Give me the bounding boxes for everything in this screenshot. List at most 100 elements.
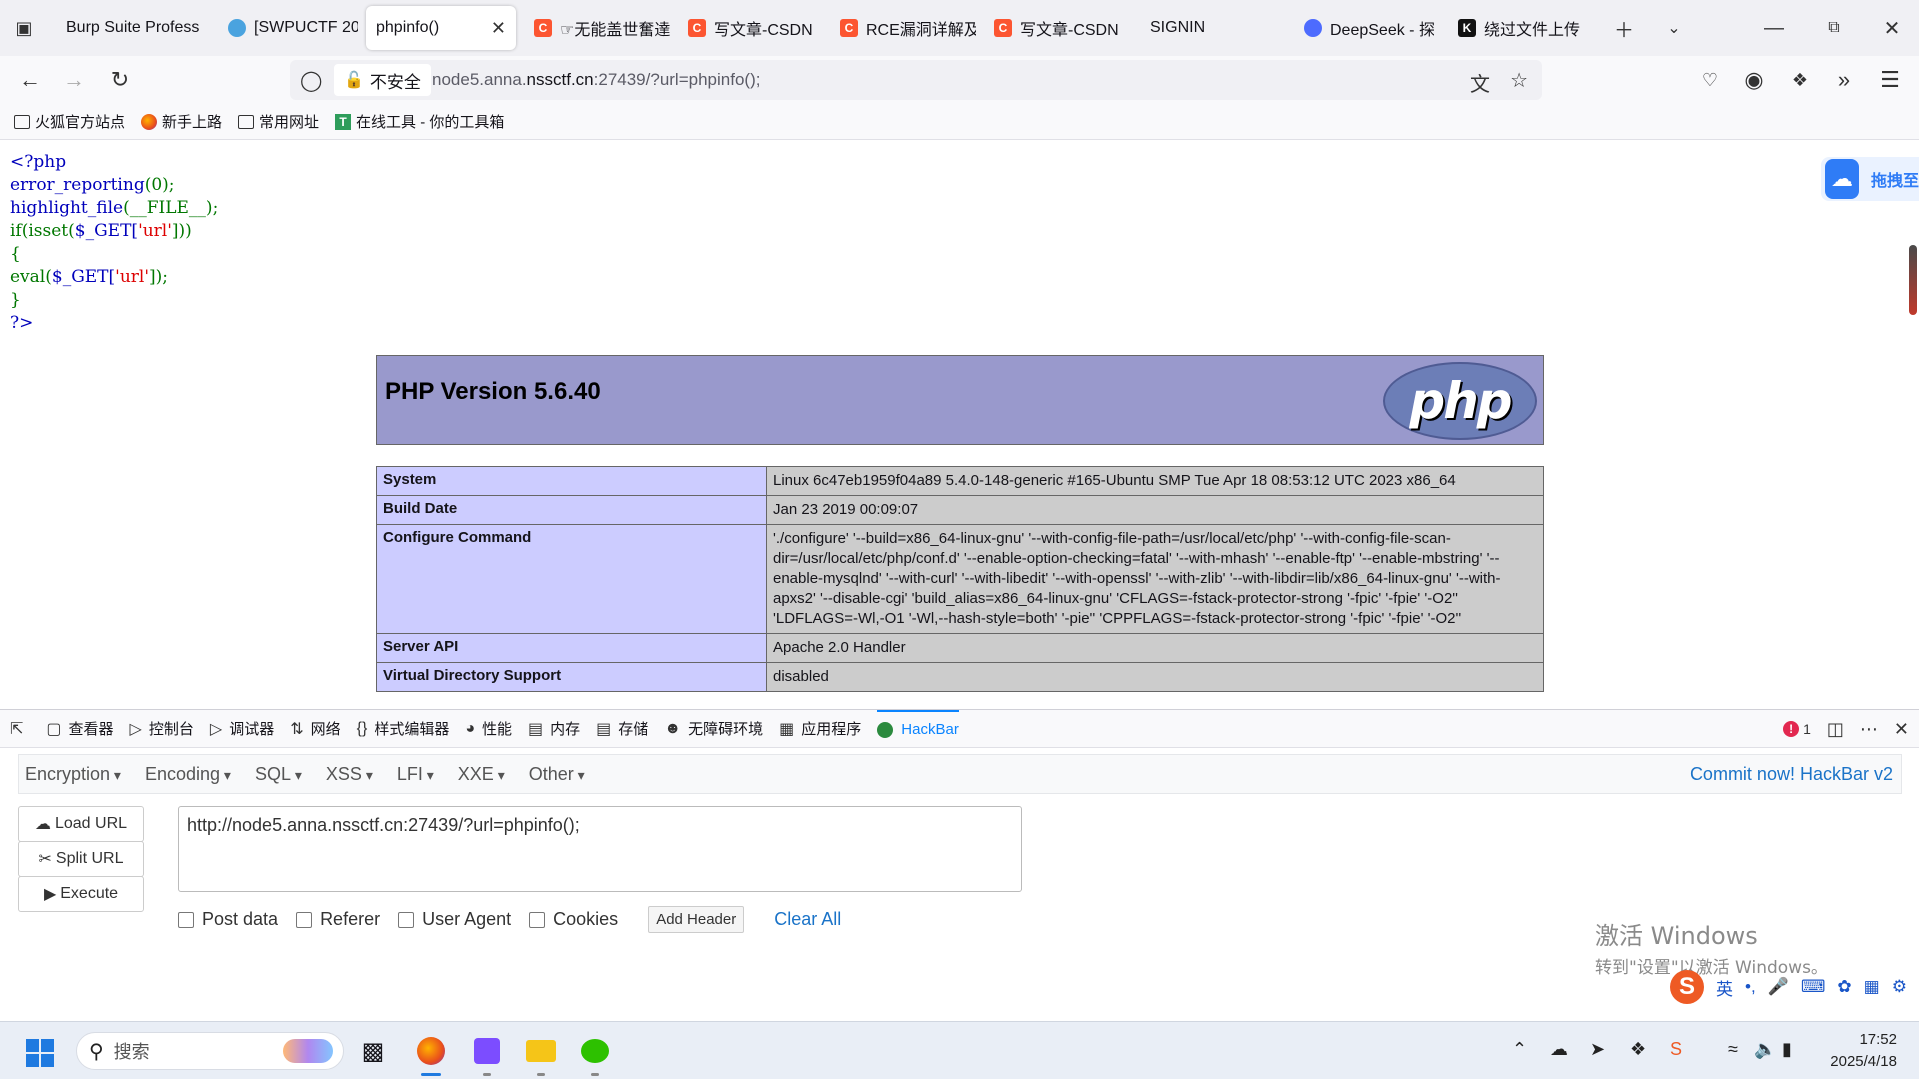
toolbox-icon[interactable]: ⚙ (1892, 977, 1907, 997)
menu-xss[interactable]: XSS (326, 764, 373, 785)
tab-burp[interactable]: Burp Suite Profess (56, 6, 206, 50)
volume-icon[interactable]: 🔈 (1754, 1039, 1776, 1060)
chevron-up-icon[interactable]: ⌃ (1512, 1039, 1527, 1060)
tab-style-editor[interactable]: {} 样式编辑器 (357, 710, 450, 748)
chevron-down-icon[interactable]: ⌄ (1660, 14, 1688, 42)
menu-lfi[interactable]: LFI (397, 764, 434, 785)
wechat-icon[interactable] (576, 1032, 614, 1076)
firefox-icon (141, 113, 158, 130)
tab-deepseek[interactable]: DeepSeek - 探 (1294, 6, 1434, 50)
close-icon[interactable]: ✕ (491, 18, 506, 39)
menu-icon[interactable]: ☰ (1876, 66, 1904, 94)
cloud-sync-icon[interactable]: ☁ (1550, 1039, 1568, 1060)
phpinfo-row: System Linux 6c47eb1959f04a89 5.4.0-148-g… (376, 466, 1544, 496)
scroll-indicator[interactable] (1909, 245, 1917, 315)
commit-link[interactable]: Commit now! HackBar v2 (1690, 764, 1893, 785)
bookmark-getting-started[interactable]: 新手上路 (141, 111, 222, 132)
post-data-checkbox[interactable]: Post data (178, 909, 278, 930)
account-icon[interactable]: ◉ (1740, 66, 1768, 94)
keyboard-icon[interactable]: ⌨ (1801, 977, 1826, 997)
extensions-icon[interactable]: ❖ (1786, 66, 1814, 94)
user-agent-checkbox[interactable]: User Agent (398, 909, 511, 930)
add-header-button[interactable]: Add Header (648, 906, 745, 933)
visual-studio-icon[interactable] (468, 1032, 506, 1076)
back-icon[interactable]: ← (16, 66, 44, 94)
hackbar-url-input[interactable]: http://node5.anna.nssctf.cn:27439/?url=p… (178, 806, 1022, 892)
tab-hackbar[interactable]: HackBar (877, 709, 959, 748)
sogou-icon[interactable]: S (1670, 970, 1704, 1004)
devtools-close-icon[interactable]: ✕ (1894, 719, 1909, 740)
tab-inspector[interactable]: ▢ 查看器 (46, 710, 113, 748)
minimize-icon[interactable]: — (1760, 14, 1788, 42)
bookmark-firefox-site[interactable]: 火狐官方站点 (14, 111, 125, 132)
tab-phpinfo[interactable]: phpinfo() ✕ (366, 6, 516, 50)
bookmark-online-tools[interactable]: T 在线工具 - 你的工具箱 (335, 111, 504, 132)
tab-console[interactable]: ▷ 控制台 (130, 710, 194, 748)
load-url-button[interactable]: ☁ Load URL (18, 806, 144, 842)
execute-button[interactable]: ▶ Execute (18, 876, 144, 912)
menu-xxe[interactable]: XXE (458, 764, 505, 785)
split-url-button[interactable]: ✂ Split URL (18, 841, 144, 877)
tab-list-icon[interactable]: ▣ (10, 14, 38, 42)
pocket-icon[interactable]: ♡ (1696, 66, 1724, 94)
tab-csdn-1[interactable]: C ☞无能盖世奮達 (524, 6, 670, 50)
dock-icon[interactable]: ◫ (1827, 719, 1844, 740)
menu-sql[interactable]: SQL (255, 764, 302, 785)
overflow-icon[interactable]: » (1830, 66, 1858, 94)
clock[interactable]: 17:52 2025/4/18 (1830, 1029, 1897, 1073)
reload-icon[interactable]: ↻ (106, 66, 134, 94)
insecure-badge[interactable]: 🔓 不安全 (334, 64, 431, 96)
tab-performance[interactable]: ◕ 性能 (465, 710, 512, 748)
firefox-icon[interactable] (412, 1032, 450, 1076)
cookies-checkbox[interactable]: Cookies (529, 909, 618, 930)
tab-upload[interactable]: K 绕过文件上传 (1448, 6, 1594, 50)
punctuation-icon[interactable]: •, (1745, 977, 1756, 997)
more-options-icon[interactable]: ⋯ (1860, 719, 1878, 740)
tab-signin[interactable]: SIGNIN (1140, 6, 1260, 50)
error-counter[interactable]: ! 1 (1783, 721, 1811, 737)
menu-encoding[interactable]: Encoding (145, 764, 231, 785)
star-icon[interactable]: ☆ (1510, 68, 1528, 93)
tab-csdn-3[interactable]: C 写文章-CSDN (984, 6, 1126, 50)
tab-swpuctf[interactable]: [SWPUCTF 20 (218, 6, 358, 50)
taskbar-search[interactable]: ⚲ 搜索 (76, 1032, 344, 1070)
tab-accessibility[interactable]: ☻ 无障碍环境 (664, 710, 763, 748)
microphone-icon[interactable]: 🎤 (1768, 977, 1789, 997)
referer-checkbox[interactable]: Referer (296, 909, 380, 930)
tab-network[interactable]: ⇅ 网络 (290, 710, 340, 748)
tab-application[interactable]: ▦ 应用程序 (779, 710, 861, 748)
translate-icon[interactable]: 文 (1470, 68, 1490, 97)
app-tray-icon[interactable]: ❖ (1630, 1039, 1646, 1060)
grid-icon[interactable]: ▦ (1864, 977, 1880, 997)
restore-icon[interactable]: ⧉ (1820, 14, 1848, 42)
skin-icon[interactable]: ✿ (1837, 977, 1851, 997)
battery-icon[interactable]: ▮ (1782, 1039, 1792, 1060)
bookmark-common-urls[interactable]: 常用网址 (238, 111, 319, 132)
url-text[interactable]: node5.anna.nssctf.cn:27439/?url=phpinfo(… (432, 70, 760, 90)
tab-rce[interactable]: C RCE漏洞详解及 (830, 6, 976, 50)
tab-memory[interactable]: ▤ 内存 (528, 710, 580, 748)
window-close-icon[interactable]: ✕ (1878, 14, 1906, 42)
tab-csdn-2[interactable]: C 写文章-CSDN (678, 6, 820, 50)
address-bar[interactable]: ◯ 🔓 不安全 node5.anna.nssctf.cn:27439/?url=… (290, 60, 1542, 100)
pick-element-icon[interactable]: ⇱ (10, 710, 30, 748)
forward-icon[interactable]: → (60, 66, 88, 94)
task-view-icon[interactable]: ▩ (354, 1032, 392, 1070)
tab-storage[interactable]: ▤ 存储 (596, 710, 648, 748)
shield-icon[interactable]: ◯ (300, 68, 322, 93)
tab-debugger[interactable]: ▷ 调试器 (210, 710, 274, 748)
wifi-icon[interactable]: ≈ (1728, 1039, 1738, 1060)
ime-language[interactable]: 英 (1716, 975, 1733, 1000)
code-token: $_GET[ (74, 221, 139, 241)
php-version-title: PHP Version 5.6.40 (385, 378, 601, 405)
windows-start-icon[interactable] (26, 1039, 54, 1067)
new-tab-icon[interactable]: ＋ (1610, 14, 1638, 42)
clear-all-link[interactable]: Clear All (774, 909, 841, 930)
php-logo[interactable]: php (1383, 362, 1537, 440)
send-icon[interactable]: ➤ (1590, 1039, 1605, 1060)
baidu-netdisk-widget[interactable]: ☁ 拖拽至 (1821, 157, 1919, 201)
sogou-tray-icon[interactable]: S (1670, 1039, 1682, 1060)
menu-encryption[interactable]: Encryption (25, 764, 121, 785)
menu-other[interactable]: Other (529, 764, 585, 785)
file-explorer-icon[interactable] (522, 1032, 560, 1076)
